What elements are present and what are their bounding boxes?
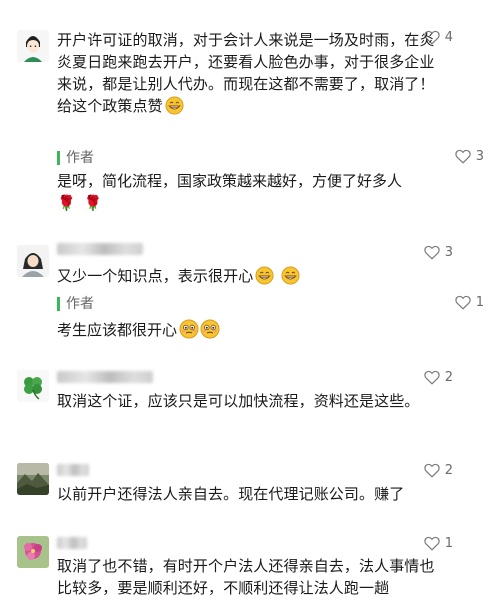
username-blurred xyxy=(57,464,89,476)
avatar[interactable] xyxy=(17,30,49,62)
author-label: 作者 xyxy=(66,150,94,166)
like-button[interactable]: 1 xyxy=(424,536,453,551)
comment-text: 开户许可证的取消，对于会计人来说是一场及时雨，在炎炎夏日跑来跑去开户，还要看人脸… xyxy=(57,31,435,115)
like-count: 2 xyxy=(444,370,453,385)
like-count: 3 xyxy=(475,149,484,164)
comment-text: 取消这个证，应该只是可以加快流程，资料还是这些。 xyxy=(57,392,420,410)
like-button[interactable]: 2 xyxy=(424,370,453,385)
author-reply: 作者 3 是呀，简化流程，国家政策越来越好，方便了好多人 🌹 🌹 xyxy=(57,148,484,214)
reply-text: 是呀，简化流程，国家政策越来越好，方便了好多人 🌹 🌹 xyxy=(57,172,403,212)
username-blurred xyxy=(57,537,87,549)
rose-icon: 🌹 xyxy=(57,194,76,212)
grin-emoji-icon xyxy=(255,266,274,285)
username-blurred xyxy=(57,243,143,255)
reply-like-button[interactable]: 1 xyxy=(455,295,484,310)
author-bar xyxy=(57,151,60,165)
author-reply: 作者 1 考生应该都很开心 xyxy=(57,294,484,341)
like-count: 1 xyxy=(444,536,453,551)
like-button[interactable]: 2 xyxy=(424,463,453,478)
like-count: 2 xyxy=(444,463,453,478)
heart-icon xyxy=(424,245,440,260)
heart-icon xyxy=(424,463,440,478)
awkward-smile-icon xyxy=(179,319,199,339)
avatar[interactable] xyxy=(17,536,49,568)
author-label: 作者 xyxy=(66,296,94,312)
comment-text: 又少一个知识点，表示很开心 xyxy=(57,265,439,287)
avatar[interactable] xyxy=(17,463,49,495)
like-button[interactable]: 3 xyxy=(424,245,453,260)
like-count: 1 xyxy=(475,295,484,310)
avatar[interactable] xyxy=(17,370,49,402)
username-blurred xyxy=(57,371,153,383)
rose-icon: 🌹 xyxy=(83,194,103,212)
reply-text: 考生应该都很开心 xyxy=(57,319,477,341)
grin-emoji-icon xyxy=(281,266,300,285)
heart-icon xyxy=(424,536,440,551)
grin-emoji-icon xyxy=(165,96,184,115)
comment-text: 取消了也不错，有时开个户法人还得亲自去，法人事情也比较多，要是顺利还好，不顺利还… xyxy=(57,557,435,597)
author-bar xyxy=(57,297,60,311)
comment-text: 以前开户还得法人亲自去。现在代理记账公司。赚了 xyxy=(57,485,405,503)
avatar[interactable] xyxy=(17,245,49,277)
heart-icon xyxy=(455,295,471,310)
heart-icon xyxy=(455,149,471,164)
awkward-smile-icon xyxy=(200,319,220,339)
heart-icon xyxy=(424,370,440,385)
reply-like-button[interactable]: 3 xyxy=(455,149,484,164)
like-count: 3 xyxy=(444,245,453,260)
like-count: 4 xyxy=(444,30,453,45)
